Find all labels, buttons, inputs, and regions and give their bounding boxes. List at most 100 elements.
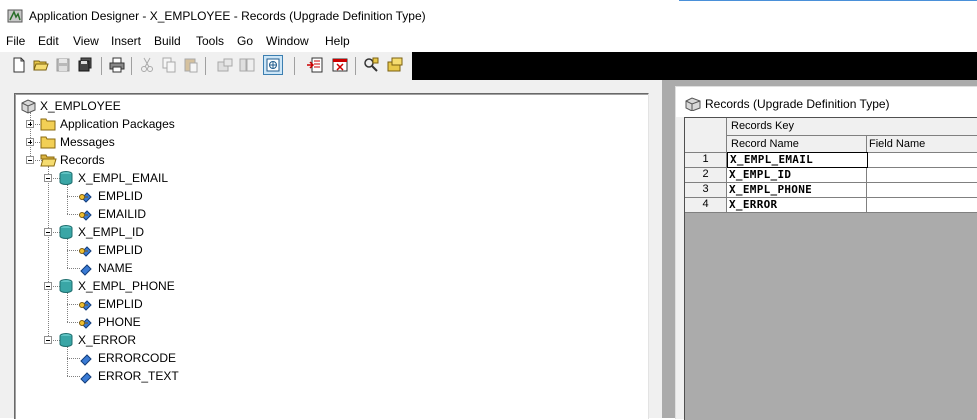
grid-cell-field[interactable]: [867, 168, 977, 183]
grid-cell-record[interactable]: X_EMPL_PHONE: [727, 183, 867, 198]
menu-view[interactable]: View: [72, 34, 100, 48]
toolbar-separator: [205, 57, 206, 75]
tree-record-x-empl-id[interactable]: X_EMPL_ID: [58, 223, 144, 241]
menu-build[interactable]: Build: [153, 34, 182, 48]
tree-field-emplid[interactable]: EMPLID: [78, 187, 143, 205]
folder-open-icon: [40, 154, 57, 167]
grid-row-number[interactable]: 3: [685, 183, 727, 198]
folder-icon: [40, 118, 56, 131]
grid-cell-field[interactable]: [868, 153, 977, 168]
tree-root-label: X_EMPLOYEE: [40, 99, 121, 113]
window-title: Application Designer - X_EMPLOYEE - Reco…: [29, 9, 426, 23]
menu-go[interactable]: Go: [236, 34, 254, 48]
project-tree[interactable]: X_EMPLOYEE Application Packages Messages…: [14, 93, 649, 419]
grid-header-field-name[interactable]: Field Name: [867, 136, 977, 153]
tree-record-x-empl-email[interactable]: X_EMPL_EMAIL: [58, 169, 168, 187]
expand-messages[interactable]: [26, 138, 34, 146]
tree-field-emailid[interactable]: EMAILID: [78, 205, 146, 223]
tree-item-records[interactable]: Records: [40, 151, 105, 169]
expand-application-packages[interactable]: [26, 120, 34, 128]
project-workspace-icon[interactable]: [238, 56, 256, 74]
grid-cell-record[interactable]: X_ERROR: [727, 198, 867, 213]
tree-field-phone[interactable]: PHONE: [78, 313, 141, 331]
validate-project-icon[interactable]: [362, 56, 380, 74]
record-icon: [59, 279, 73, 293]
records-window-titlebar[interactable]: Records (Upgrade Definition Type): [676, 87, 977, 117]
grid-cell-record[interactable]: X_EMPL_EMAIL: [727, 152, 868, 168]
grid-header-record-name[interactable]: Record Name: [727, 136, 867, 153]
tree-item-label: EMAILID: [98, 207, 147, 221]
folder-icon: [40, 136, 56, 149]
field-icon: [80, 372, 92, 384]
collapse-x-empl-email[interactable]: [44, 174, 52, 182]
tree-item-label: Records: [60, 153, 105, 167]
tree-root[interactable]: X_EMPLOYEE: [20, 97, 121, 115]
tree-item-label: EMPLID: [98, 297, 143, 311]
cut-icon[interactable]: [138, 56, 156, 74]
tree-item-application-packages[interactable]: Application Packages: [40, 115, 175, 133]
copy-icon[interactable]: [160, 56, 178, 74]
save-all-icon[interactable]: [76, 56, 94, 74]
tree-field-emplid[interactable]: EMPLID: [78, 295, 143, 313]
tree-item-messages[interactable]: Messages: [40, 133, 115, 151]
toolbar-empty-area: [412, 52, 977, 80]
tree-line: [48, 166, 49, 340]
menu-edit[interactable]: Edit: [37, 34, 60, 48]
tree-record-x-error[interactable]: X_ERROR: [58, 331, 136, 349]
toolbar-separator: [101, 57, 102, 75]
tree-item-label: Application Packages: [60, 117, 175, 131]
menu-file[interactable]: File: [5, 34, 26, 48]
menu-insert[interactable]: Insert: [110, 34, 142, 48]
tree-item-label: Messages: [60, 135, 115, 149]
grid-cell-record[interactable]: X_EMPL_ID: [727, 168, 867, 183]
open-icon[interactable]: [32, 56, 50, 74]
build-project-icon[interactable]: [306, 56, 324, 74]
insert-into-project-icon[interactable]: [263, 55, 283, 75]
collapse-x-empl-id[interactable]: [44, 228, 52, 236]
grid-cell-field[interactable]: [867, 198, 977, 213]
toolbar: [0, 52, 977, 80]
grid-header-group: Records Key: [727, 118, 977, 136]
tree-field-emplid[interactable]: EMPLID: [78, 241, 143, 259]
title-accent: [679, 0, 977, 1]
upgrade-icon[interactable]: [386, 56, 404, 74]
menu-help[interactable]: Help: [324, 34, 351, 48]
menu-tools[interactable]: Tools: [195, 34, 225, 48]
grid-corner: [685, 118, 727, 153]
grid-row-number[interactable]: 4: [685, 198, 727, 213]
key-field-icon: [79, 318, 92, 329]
grid-row-number[interactable]: 1: [685, 153, 727, 168]
grid-cell-field[interactable]: [867, 183, 977, 198]
find-definition-icon[interactable]: [216, 56, 234, 74]
records-grid: Records Key Record Name Field Name 1 X_E…: [684, 117, 977, 420]
toolbar-separator: [294, 57, 295, 75]
window-splitter[interactable]: [662, 80, 675, 418]
collapse-x-error[interactable]: [44, 336, 52, 344]
toolbar-separator: [131, 57, 132, 75]
tree-item-label: EMPLID: [98, 189, 143, 203]
records-window-title: Records (Upgrade Definition Type): [705, 97, 890, 111]
collapse-x-empl-phone[interactable]: [44, 282, 52, 290]
tree-field-error-text[interactable]: ERROR_TEXT: [78, 367, 179, 385]
paste-icon[interactable]: [182, 56, 200, 74]
tree-item-label: EMPLID: [98, 243, 143, 257]
field-icon: [80, 264, 92, 276]
key-field-icon: [79, 210, 92, 221]
tree-line: [67, 346, 68, 376]
save-icon[interactable]: [54, 56, 72, 74]
menu-bar: File Edit View Insert Build Tools Go Win…: [0, 32, 977, 52]
tree-field-errorcode[interactable]: ERRORCODE: [78, 349, 176, 367]
grid-row-number[interactable]: 2: [685, 168, 727, 183]
tree-record-x-empl-phone[interactable]: X_EMPL_PHONE: [58, 277, 175, 295]
field-icon: [80, 354, 92, 366]
tree-line: [67, 238, 68, 268]
find-in-icon[interactable]: [331, 56, 349, 74]
collapse-records[interactable]: [26, 156, 34, 164]
print-icon[interactable]: [108, 56, 126, 74]
tree-field-name[interactable]: NAME: [78, 259, 133, 277]
tree-item-label: X_EMPL_ID: [78, 225, 145, 239]
tree-item-label: X_EMPL_EMAIL: [78, 171, 169, 185]
records-window: Records (Upgrade Definition Type) Record…: [675, 86, 977, 420]
menu-window[interactable]: Window: [265, 34, 310, 48]
new-icon[interactable]: [10, 56, 28, 74]
